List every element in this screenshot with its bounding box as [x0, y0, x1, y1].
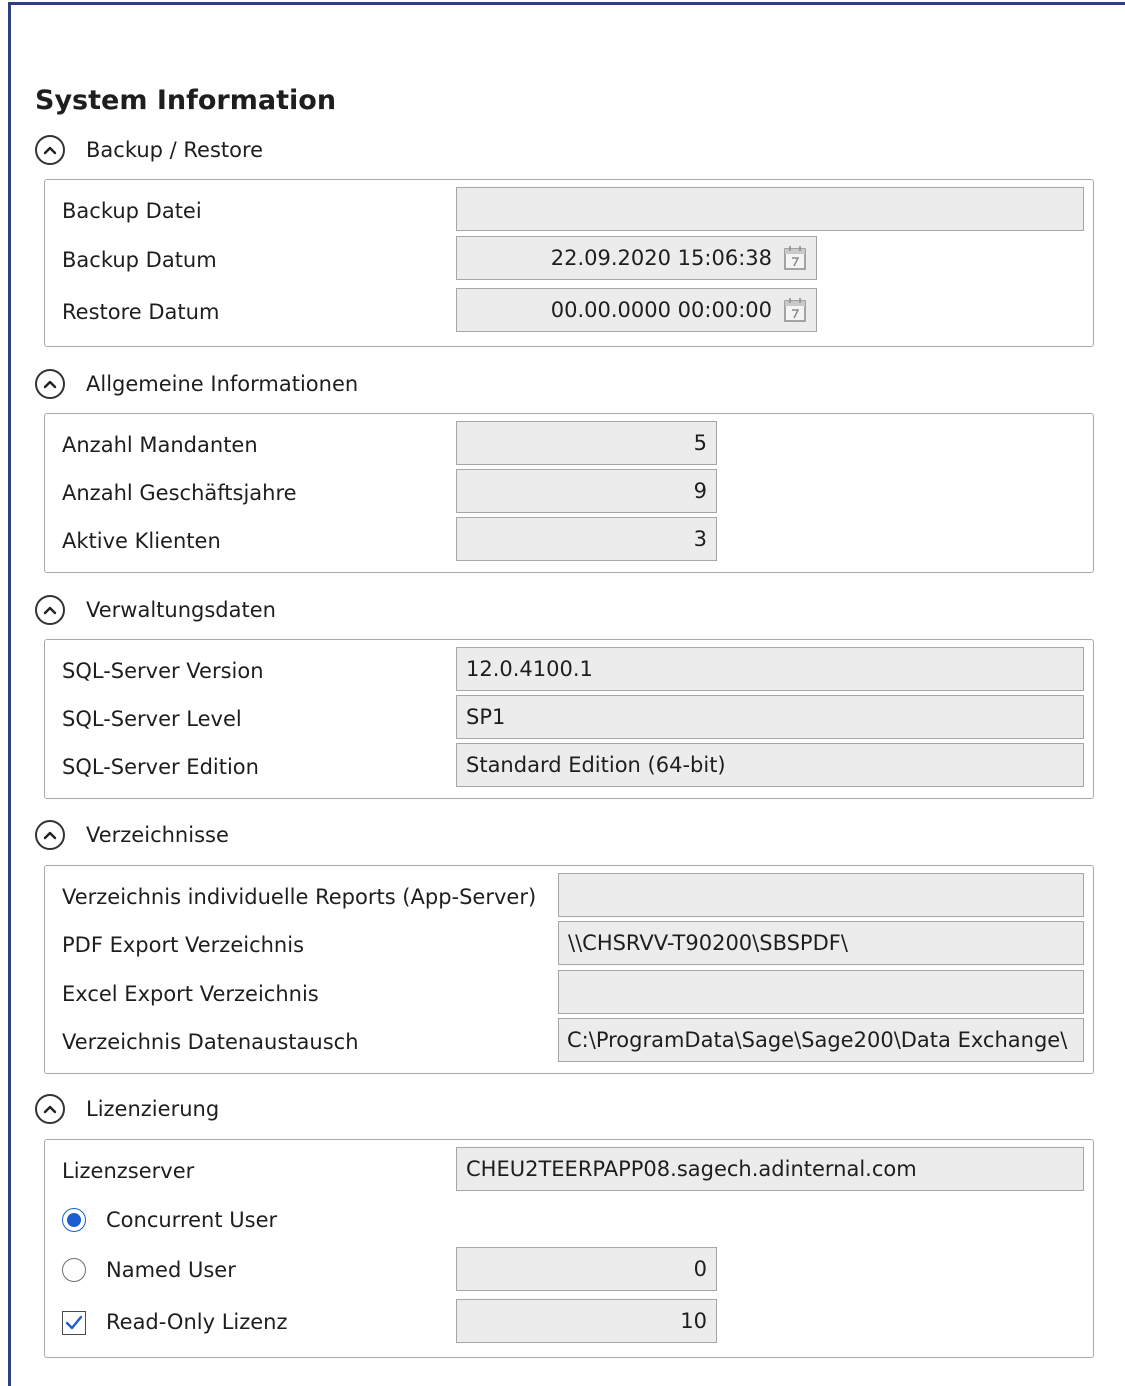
section-header-dirs: Verzeichnisse: [35, 818, 229, 852]
backup-file-field[interactable]: [456, 187, 1084, 231]
reports-dir-field[interactable]: [558, 873, 1084, 917]
sql-level-label: SQL-Server Level: [62, 707, 242, 731]
years-label: Anzahl Geschäftsjahre: [62, 481, 297, 505]
sql-edition-field[interactable]: Standard Edition (64-bit): [456, 743, 1084, 787]
group-general: Anzahl Mandanten 5 Anzahl Geschäftsjahre…: [44, 413, 1094, 573]
active-clients-field[interactable]: 3: [456, 517, 717, 561]
readonly-license-label[interactable]: Read-Only Lizenz: [106, 1307, 288, 1337]
chevron-up-icon[interactable]: [35, 1094, 65, 1124]
backup-date-value: 22.09.2020 15:06:38: [550, 246, 772, 270]
section-title-license: Lizenzierung: [86, 1097, 220, 1121]
license-server-label: Lizenzserver: [62, 1159, 195, 1183]
readonly-license-checkbox[interactable]: [62, 1311, 86, 1335]
chevron-up-icon[interactable]: [35, 135, 65, 165]
chevron-up-icon[interactable]: [35, 595, 65, 625]
pdf-dir-field[interactable]: \\CHSRVV-T90200\SBSPDF\: [558, 921, 1084, 965]
backup-date-label: Backup Datum: [62, 248, 217, 272]
restore-date-label: Restore Datum: [62, 300, 220, 324]
named-user-label[interactable]: Named User: [106, 1255, 236, 1285]
section-header-license: Lizenzierung: [35, 1092, 219, 1126]
active-clients-label: Aktive Klienten: [62, 529, 221, 553]
section-header-admin: Verwaltungsdaten: [35, 593, 276, 627]
backup-file-label: Backup Datei: [62, 199, 202, 223]
section-title-general: Allgemeine Informationen: [86, 372, 359, 396]
group-admin: SQL-Server Version 12.0.4100.1 SQL-Serve…: [44, 639, 1094, 799]
named-user-radio[interactable]: [62, 1258, 86, 1282]
chevron-up-icon[interactable]: [35, 820, 65, 850]
group-dirs: Verzeichnis individuelle Reports (App-Se…: [44, 865, 1094, 1074]
excel-dir-label: Excel Export Verzeichnis: [62, 982, 319, 1006]
sql-level-field[interactable]: SP1: [456, 695, 1084, 739]
restore-date-value: 00.00.0000 00:00:00: [550, 298, 772, 322]
radio-selected-dot: [67, 1213, 81, 1227]
exchange-dir-label: Verzeichnis Datenaustausch: [62, 1030, 359, 1054]
sql-edition-label: SQL-Server Edition: [62, 755, 259, 779]
chevron-up-icon[interactable]: [35, 369, 65, 399]
excel-dir-field[interactable]: [558, 970, 1084, 1014]
section-title-backup: Backup / Restore: [86, 138, 264, 162]
section-header-backup: Backup / Restore: [35, 133, 263, 167]
backup-date-field[interactable]: 22.09.2020 15:06:38: [456, 236, 817, 280]
pdf-dir-label: PDF Export Verzeichnis: [62, 933, 305, 957]
concurrent-user-radio[interactable]: [62, 1208, 86, 1232]
group-backup: Backup Datei Backup Datum 22.09.2020 15:…: [44, 179, 1094, 347]
license-server-field[interactable]: CHEU2TEERPAPP08.sagech.adinternal.com: [456, 1147, 1084, 1191]
calendar-icon[interactable]: [780, 241, 810, 275]
reports-dir-label: Verzeichnis individuelle Reports (App-Se…: [62, 885, 537, 909]
section-title-admin: Verwaltungsdaten: [86, 598, 276, 622]
restore-date-field[interactable]: 00.00.0000 00:00:00: [456, 288, 817, 332]
calendar-icon[interactable]: [780, 293, 810, 327]
sql-version-label: SQL-Server Version: [62, 659, 264, 683]
checkmark-icon: [65, 1315, 83, 1330]
exchange-dir-field[interactable]: C:\ProgramData\Sage\Sage200\Data Exchang…: [558, 1018, 1084, 1062]
clients-label: Anzahl Mandanten: [62, 433, 258, 457]
sql-version-field[interactable]: 12.0.4100.1: [456, 647, 1084, 691]
section-header-general: Allgemeine Informationen: [35, 367, 358, 401]
section-title-dirs: Verzeichnisse: [86, 823, 229, 847]
readonly-license-field[interactable]: 10: [456, 1299, 717, 1343]
page-title: System Information: [35, 85, 337, 116]
group-license: Lizenzserver CHEU2TEERPAPP08.sagech.adin…: [44, 1139, 1094, 1358]
years-field[interactable]: 9: [456, 469, 717, 513]
named-user-field[interactable]: 0: [456, 1247, 717, 1291]
clients-field[interactable]: 5: [456, 421, 717, 465]
concurrent-user-label[interactable]: Concurrent User: [106, 1205, 277, 1235]
